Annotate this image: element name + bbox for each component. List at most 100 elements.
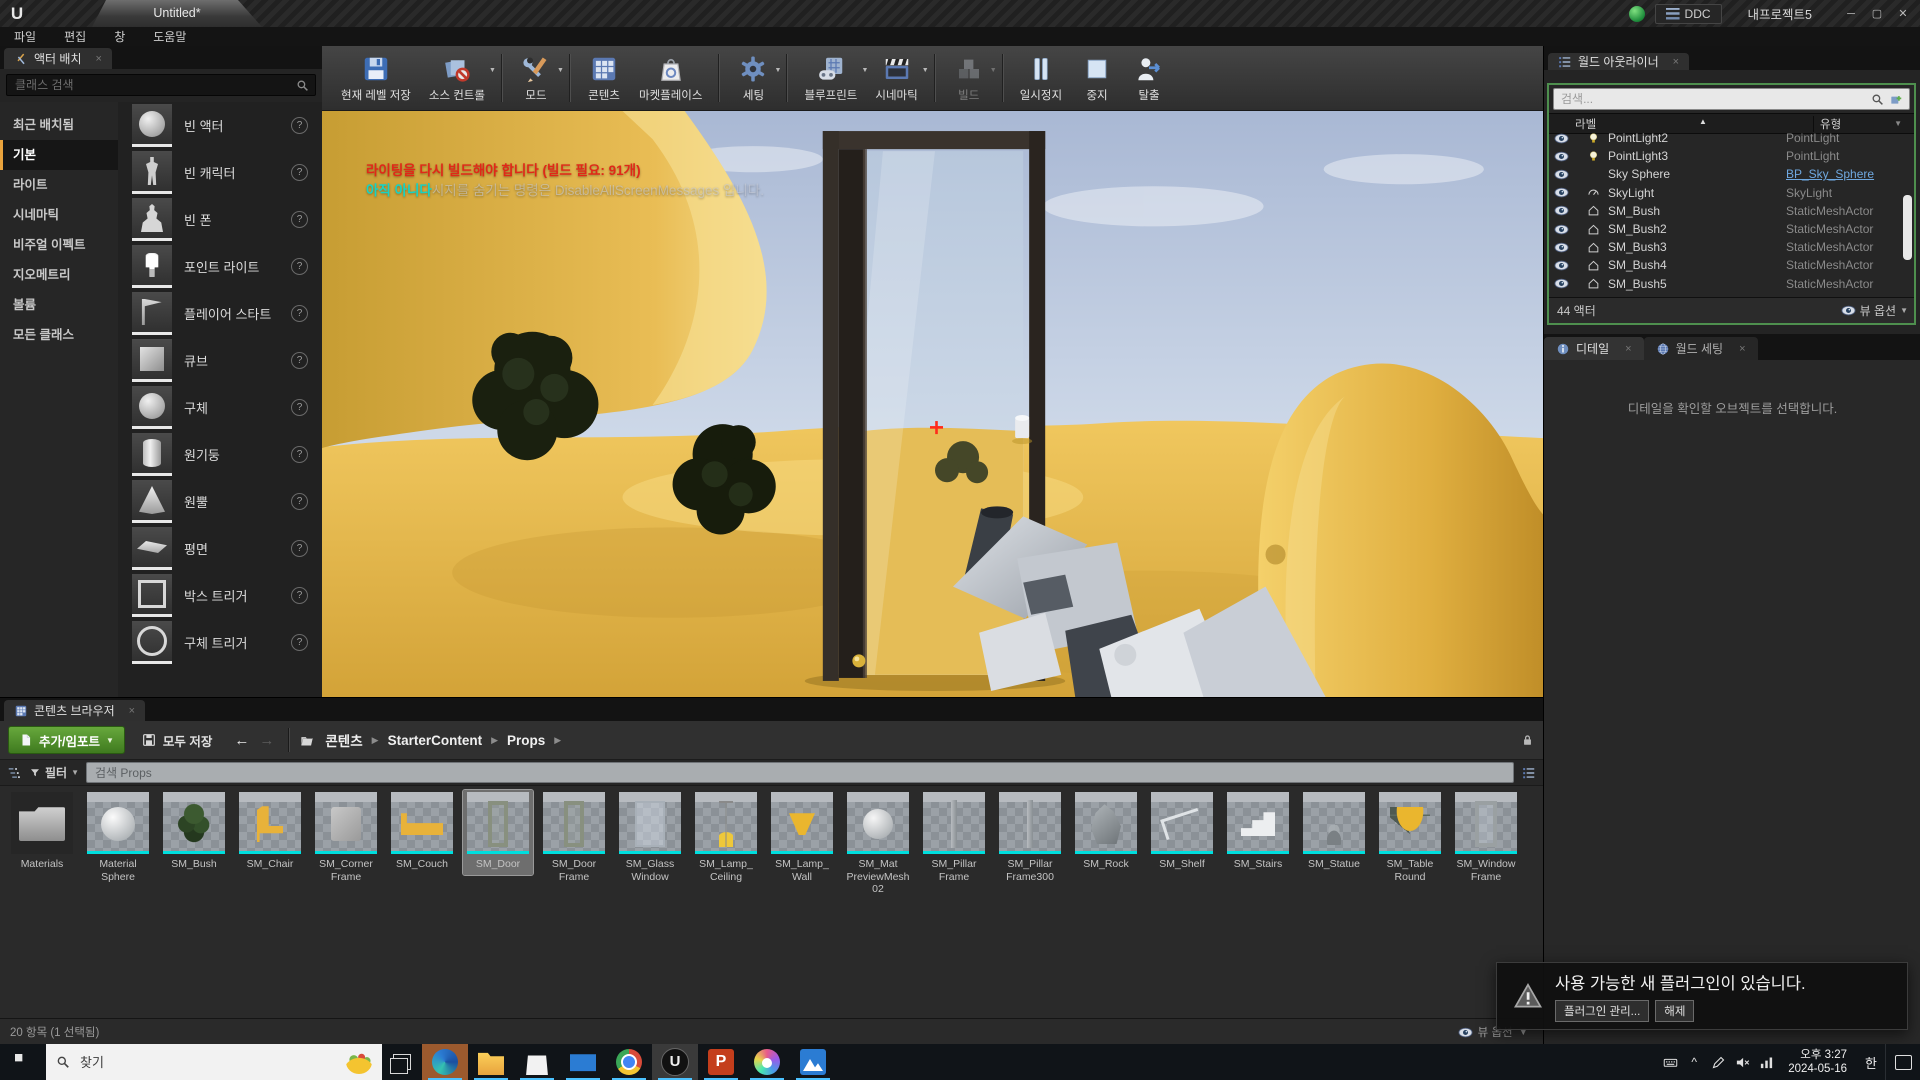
visibility-eye-icon[interactable] — [1554, 169, 1569, 180]
taskbar-app-button[interactable] — [744, 1044, 790, 1080]
asset-tile[interactable]: SM_Glass Window — [615, 790, 685, 887]
taskbar-app-button[interactable] — [468, 1044, 514, 1080]
keyboard-icon[interactable] — [1658, 1044, 1682, 1080]
asset-tile[interactable]: SM_Pillar Frame300 — [995, 790, 1065, 887]
tab-close-icon[interactable]: × — [96, 53, 102, 65]
actor-thumbnail-icon[interactable] — [132, 198, 172, 241]
taskbar-search-input[interactable] — [78, 1054, 338, 1071]
tab-close-icon[interactable]: × — [1673, 56, 1679, 68]
actor-thumbnail-icon[interactable] — [132, 151, 172, 194]
outliner-row[interactable]: Sky Sphere BP_Sky_Sphere — [1549, 165, 1914, 183]
asset-tile[interactable]: SM_Corner Frame — [311, 790, 381, 887]
placeable-actor-row[interactable]: 박스 트리거 ? — [118, 572, 322, 619]
asset-thumbnail[interactable] — [847, 792, 909, 854]
tab-close-icon[interactable]: × — [1625, 343, 1631, 355]
asset-thumbnail[interactable] — [391, 792, 453, 854]
actor-thumbnail-icon[interactable] — [132, 245, 172, 288]
toolbar-button[interactable]: ▼ 소스 컨트롤 — [420, 51, 494, 106]
asset-thumbnail[interactable] — [619, 792, 681, 854]
placeable-actor-row[interactable]: 빈 폰 ? — [118, 196, 322, 243]
menu-item[interactable]: 창 — [100, 28, 139, 45]
toolbar-button[interactable]: 일시정지 — [1011, 51, 1071, 106]
history-forward-button[interactable]: → — [259, 732, 274, 749]
sources-panel-icon[interactable] — [6, 766, 22, 780]
placeable-actor-row[interactable]: 원뿔 ? — [118, 478, 322, 525]
start-button[interactable] — [0, 1044, 46, 1080]
outliner-row[interactable]: SM_Bush6 StaticMeshActor — [1549, 293, 1914, 296]
toolbar-button[interactable]: 탈출 — [1123, 51, 1175, 106]
tab-content-browser[interactable]: 콘텐츠 브라우저 × — [4, 700, 145, 721]
toolbar-button[interactable]: ▼ 빌드 — [943, 51, 995, 106]
asset-thumbnail[interactable] — [1455, 792, 1517, 854]
toolbar-button[interactable]: ▼ 모드 — [510, 51, 562, 106]
category-item[interactable]: 볼륨 — [0, 290, 118, 320]
asset-thumbnail[interactable] — [923, 792, 985, 854]
visibility-eye-icon[interactable] — [1554, 278, 1569, 289]
taskbar-app-button[interactable] — [606, 1044, 652, 1080]
breadcrumb-item[interactable]: 콘텐츠 — [325, 730, 362, 750]
asset-thumbnail[interactable] — [1075, 792, 1137, 854]
visibility-eye-icon[interactable] — [1554, 224, 1569, 235]
dropdown-caret-icon[interactable]: ▼ — [489, 67, 496, 74]
breadcrumb-item[interactable]: StarterContent — [388, 733, 483, 748]
help-question-icon[interactable]: ? — [291, 587, 308, 604]
asset-tile[interactable]: SM_Bush — [159, 790, 229, 875]
menu-item[interactable]: 파일 — [0, 28, 50, 45]
saved-views-icon[interactable] — [1521, 766, 1537, 780]
tab-details[interactable]: 디테일 × — [1544, 337, 1644, 360]
toolbar-button[interactable]: 현재 레벨 저장 — [332, 51, 420, 106]
placeable-actor-row[interactable]: 평면 ? — [118, 525, 322, 572]
actor-thumbnail-icon[interactable] — [132, 480, 172, 523]
outliner-row[interactable]: SkyLight SkyLight — [1549, 184, 1914, 202]
visibility-eye-icon[interactable] — [1554, 187, 1569, 198]
asset-tile[interactable]: SM_Door — [463, 790, 533, 875]
asset-tile[interactable]: SM_Door Frame — [539, 790, 609, 887]
dropdown-caret-icon[interactable]: ▼ — [922, 67, 929, 74]
toolbar-button[interactable]: 콘텐츠 — [578, 51, 630, 106]
dropdown-caret-icon[interactable]: ▼ — [775, 67, 782, 74]
taskbar-app-button[interactable]: P — [698, 1044, 744, 1080]
level-tab[interactable]: Untitled* — [92, 0, 262, 27]
category-item[interactable]: 비주얼 이펙트 — [0, 230, 118, 260]
toolbar-button[interactable]: ▼ 블루프린트 — [795, 51, 866, 106]
asset-tile[interactable]: SM_Chair — [235, 790, 305, 875]
asset-tile[interactable]: SM_Stairs — [1223, 790, 1293, 875]
class-search-input[interactable] — [13, 77, 296, 93]
tab-close-icon[interactable]: × — [129, 705, 135, 717]
asset-tile[interactable]: SM_Mat PreviewMesh 02 — [843, 790, 913, 900]
asset-tile[interactable]: Materials — [7, 790, 77, 875]
actor-thumbnail-icon[interactable] — [132, 433, 172, 476]
ddc-button[interactable]: DDC — [1655, 4, 1722, 24]
help-question-icon[interactable]: ? — [291, 117, 308, 134]
column-type[interactable]: 유형 ▼ — [1813, 116, 1914, 132]
help-question-icon[interactable]: ? — [291, 352, 308, 369]
toolbar-button[interactable]: 중지 — [1071, 51, 1123, 106]
taskbar-app-button[interactable] — [790, 1044, 836, 1080]
toolbar-button[interactable]: ▼ 세팅 — [727, 51, 779, 106]
pen-icon[interactable] — [1706, 1044, 1730, 1080]
visibility-eye-icon[interactable] — [1554, 205, 1569, 216]
dismiss-button[interactable]: 해제 — [1655, 1000, 1694, 1022]
asset-tile[interactable]: SM_Statue — [1299, 790, 1369, 875]
dropdown-caret-icon[interactable]: ▼ — [557, 67, 564, 74]
placeable-actor-row[interactable]: 포인트 라이트 ? — [118, 243, 322, 290]
placeable-actor-row[interactable]: 구체 ? — [118, 384, 322, 431]
asset-thumbnail[interactable] — [771, 792, 833, 854]
maximize-button[interactable]: ▢ — [1864, 4, 1890, 24]
asset-tile[interactable]: SM_Lamp_ Ceiling — [691, 790, 761, 887]
breadcrumb-chevron-icon[interactable]: ▶ — [491, 735, 498, 746]
actor-thumbnail-icon[interactable] — [132, 621, 172, 664]
filters-button[interactable]: 필터 ▼ — [29, 764, 79, 781]
placeable-actor-row[interactable]: 구체 트리거 ? — [118, 619, 322, 666]
category-item[interactable]: 모든 클래스 — [0, 320, 118, 350]
category-item[interactable]: 최근 배치됨 — [0, 110, 118, 140]
column-label[interactable]: 라벨 ▲ — [1549, 116, 1813, 132]
history-back-button[interactable]: ← — [234, 732, 249, 749]
placeable-actor-row[interactable]: 빈 캐릭터 ? — [118, 149, 322, 196]
outliner-row[interactable]: PointLight2 PointLight — [1549, 132, 1914, 147]
taskbar-clock[interactable]: 오후 3:27 2024-05-16 — [1778, 1048, 1857, 1076]
actor-thumbnail-icon[interactable] — [132, 104, 172, 147]
toolbar-button[interactable]: ▼ 시네마틱 — [866, 51, 926, 106]
actor-thumbnail-icon[interactable] — [132, 292, 172, 335]
asset-tile[interactable]: SM_Couch — [387, 790, 457, 875]
